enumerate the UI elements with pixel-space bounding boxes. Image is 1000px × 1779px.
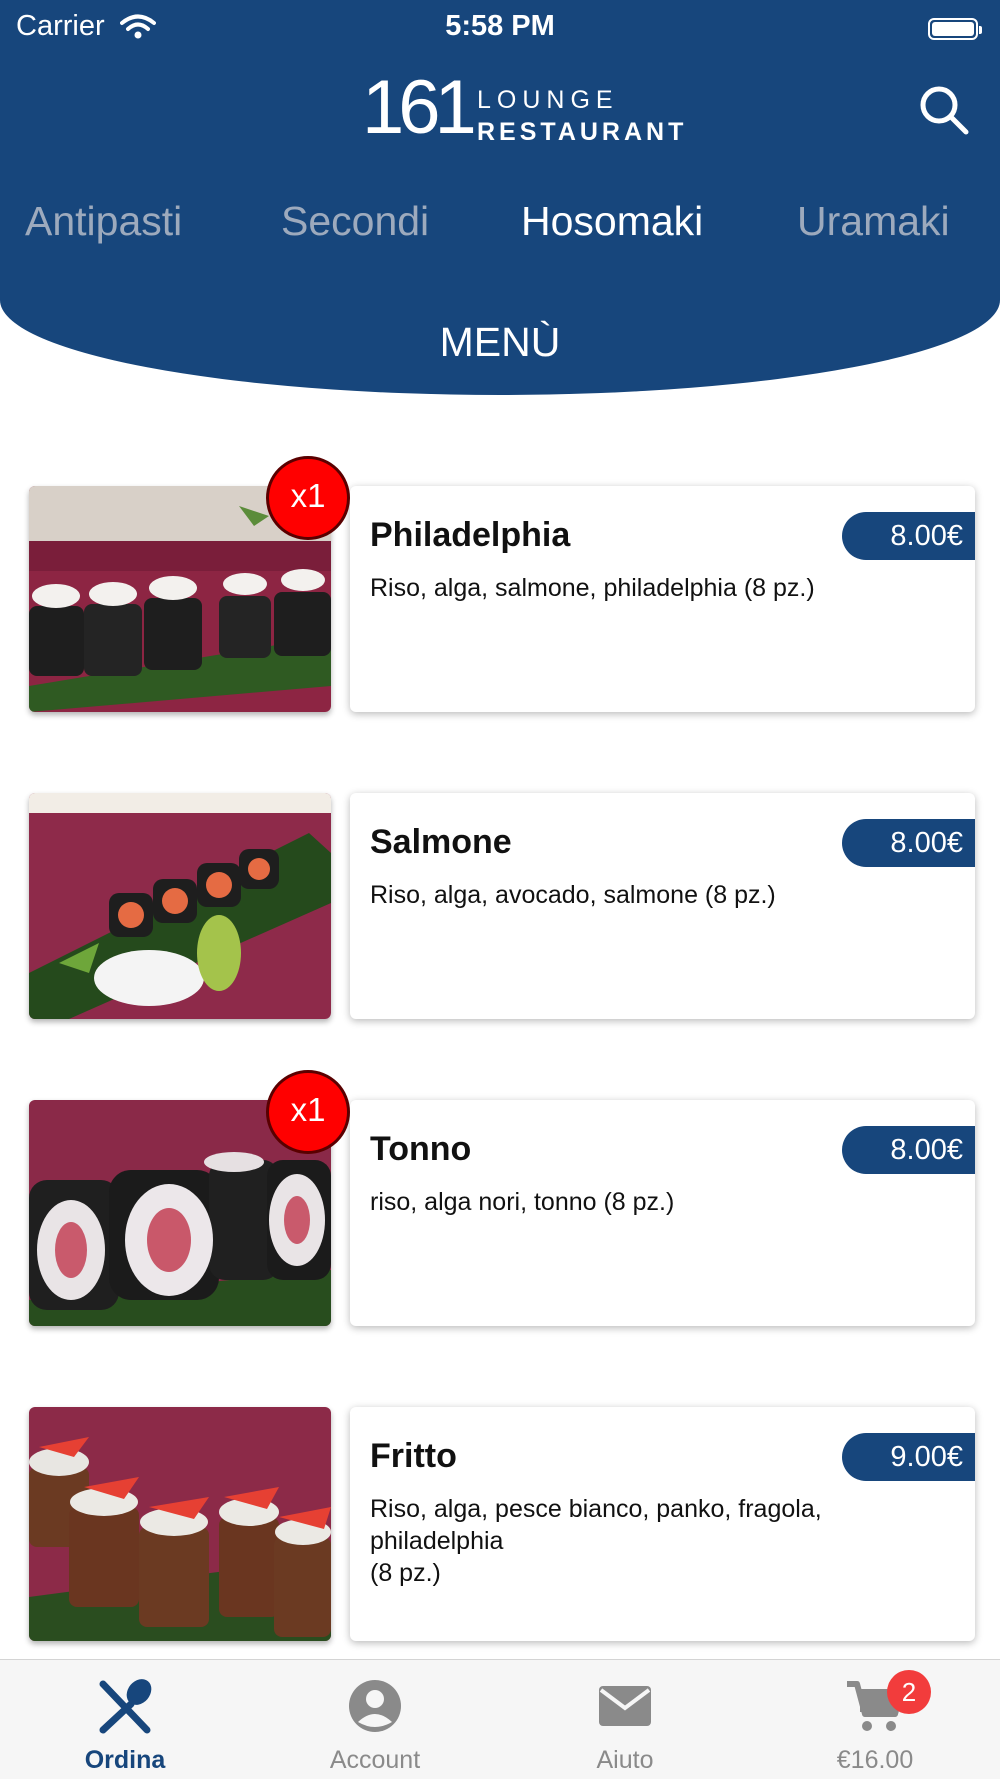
tabbar-ordina[interactable]: Ordina: [25, 1660, 225, 1779]
tabbar-ordina-label: Ordina: [84, 1746, 166, 1774]
tab-hosomaki[interactable]: Hosomaki: [521, 194, 703, 248]
fork-spoon-icon: [99, 1679, 152, 1734]
item-description: riso, alga nori, tonno (8 pz.): [370, 1188, 675, 1216]
status-bar: Carrier 5:58 PM: [0, 8, 1000, 44]
item-photo: [29, 1407, 331, 1641]
header-banner: Carrier 5:58 PM 161 LOUNGE RESTAURANT An…: [0, 0, 1000, 395]
item-card: Salmone 8.00€ Riso, alga, avocado, salmo…: [350, 793, 975, 1019]
item-description: Riso, alga, salmone, philadelphia (8 pz.…: [370, 574, 815, 602]
bottom-tab-bar: Ordina Account Aiuto 2 €16.00: [0, 1659, 1000, 1779]
menu-item-philadelphia[interactable]: Philadelphia 8.00€ Riso, alga, salmone, …: [0, 456, 1000, 718]
tabbar-aiuto[interactable]: Aiuto: [525, 1660, 725, 1779]
tabbar-aiuto-label: Aiuto: [596, 1746, 654, 1774]
quantity-badge: x1: [266, 1070, 350, 1154]
item-price: 9.00€: [842, 1433, 975, 1481]
item-description: Riso, alga, pesce bianco, panko, fragola…: [370, 1495, 822, 1587]
tabbar-cart[interactable]: 2 €16.00: [775, 1660, 975, 1779]
quantity-badge: x1: [266, 456, 350, 540]
battery-icon: [928, 18, 982, 40]
item-card: Philadelphia 8.00€ Riso, alga, salmone, …: [350, 486, 975, 712]
item-name: Tonno: [370, 1130, 472, 1168]
menu-title: MENÙ: [439, 319, 561, 365]
logo-number: 161: [362, 65, 477, 150]
item-photo: [29, 793, 331, 1019]
item-card: Tonno 8.00€ riso, alga nori, tonno (8 pz…: [350, 1100, 975, 1326]
item-price: 8.00€: [842, 1126, 975, 1174]
item-description: Riso, alga, avocado, salmone (8 pz.): [370, 881, 776, 909]
tabbar-cart-total: €16.00: [836, 1746, 914, 1774]
logo-line-lounge: LOUNGE: [477, 86, 619, 114]
item-name: Salmone: [370, 823, 512, 861]
tab-secondi[interactable]: Secondi: [281, 194, 429, 248]
item-price: 8.00€: [842, 819, 975, 867]
item-name: Philadelphia: [370, 516, 571, 554]
tab-antipasti[interactable]: Antipasti: [25, 194, 182, 248]
menu-item-fritto[interactable]: Fritto 9.00€ Riso, alga, pesce bianco, p…: [0, 1407, 1000, 1647]
menu-item-salmone[interactable]: Salmone 8.00€ Riso, alga, avocado, salmo…: [0, 793, 1000, 1025]
mail-icon: [599, 1686, 651, 1726]
logo-line-restaurant: RESTAURANT: [477, 118, 688, 146]
item-price: 8.00€: [842, 512, 975, 560]
menu-item-tonno[interactable]: Tonno 8.00€ riso, alga nori, tonno (8 pz…: [0, 1070, 1000, 1332]
account-icon: [349, 1680, 401, 1732]
tab-uramaki[interactable]: Uramaki: [797, 194, 950, 248]
tabbar-account[interactable]: Account: [275, 1660, 475, 1779]
tabbar-account-label: Account: [329, 1746, 421, 1774]
status-time: 5:58 PM: [445, 10, 555, 42]
search-icon[interactable]: [916, 82, 972, 138]
item-card: Fritto 9.00€ Riso, alga, pesce bianco, p…: [350, 1407, 975, 1641]
cart-count-badge: 2: [887, 1670, 931, 1714]
item-name: Fritto: [370, 1437, 457, 1475]
